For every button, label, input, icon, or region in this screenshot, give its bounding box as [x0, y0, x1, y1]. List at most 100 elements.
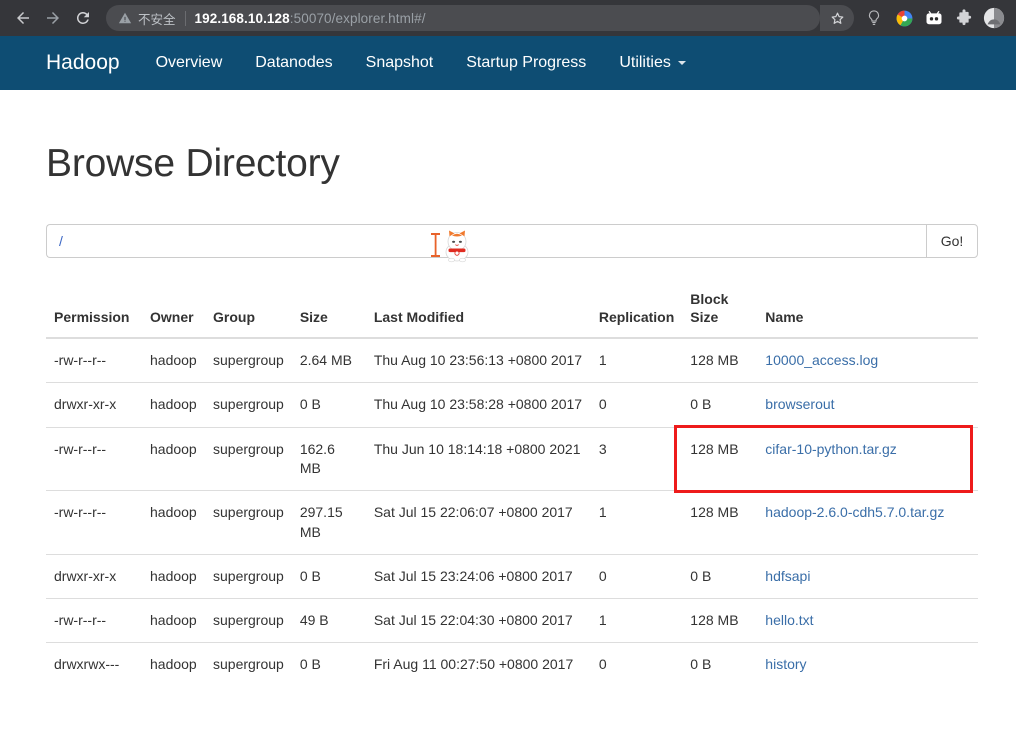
- column-header-permission[interactable]: Permission: [46, 290, 142, 339]
- file-link[interactable]: cifar-10-python.tar.gz: [765, 441, 897, 457]
- bookmark-star-icon[interactable]: [820, 5, 854, 31]
- column-header-name[interactable]: Name: [757, 290, 978, 339]
- file-link[interactable]: hello.txt: [765, 612, 813, 628]
- cell-replication: 0: [590, 553, 683, 599]
- table-body: -rw-r--r-- hadoop supergroup 2.64 MB Thu Aug…: [46, 338, 978, 687]
- cell-size: 162.6 MB: [291, 426, 366, 491]
- cell-last-modified: Sat Jul 15 22:06:07 +0800 2017: [365, 490, 591, 555]
- not-secure-warning-icon: [118, 12, 132, 24]
- browser-toolbar: 不安全 192.168.10.128:50070/explorer.html#/: [0, 0, 1016, 36]
- cell-owner: hadoop: [142, 382, 205, 428]
- cell-replication: 0: [590, 382, 683, 428]
- column-header-block-size[interactable]: Block Size: [682, 290, 758, 339]
- file-link[interactable]: 10000_access.log: [765, 352, 878, 368]
- url-text[interactable]: 192.168.10.128:50070/explorer.html#/: [195, 11, 426, 26]
- file-link[interactable]: hadoop-2.6.0-cdh5.7.0.tar.gz: [765, 504, 944, 520]
- profile-avatar-icon[interactable]: [980, 3, 1008, 33]
- cell-last-modified: Fri Aug 11 00:27:50 +0800 2017: [365, 642, 591, 687]
- cell-owner: hadoop: [150, 351, 197, 368]
- cell-block-size: 0 B: [682, 553, 758, 599]
- lightbulb-icon[interactable]: [860, 3, 888, 33]
- cell-group: supergroup: [205, 490, 292, 555]
- nav-link-utilities[interactable]: Utilities: [619, 54, 686, 72]
- directory-path-input[interactable]: [46, 224, 926, 258]
- google-circle-icon[interactable]: [890, 3, 918, 33]
- cell-size: 0 B: [291, 642, 366, 687]
- extensions-puzzle-icon[interactable]: [950, 3, 978, 33]
- page-title: Browse Directory: [46, 142, 340, 185]
- file-listing-table: Permission Owner Group Size Last Modifie…: [46, 290, 978, 687]
- nav-link-snapshot[interactable]: Snapshot: [366, 54, 434, 72]
- path-form: Go!: [46, 224, 978, 263]
- cell-group: supergroup: [213, 351, 284, 368]
- bilibili-icon[interactable]: [920, 3, 948, 33]
- file-link[interactable]: hdfsapi: [765, 568, 810, 584]
- cell-permission: drwxr-xr-x: [46, 553, 142, 599]
- nav-label-snapshot: Snapshot: [365, 54, 434, 71]
- brand-hadoop[interactable]: Hadoop: [46, 51, 120, 75]
- nav-link-startup-progress[interactable]: Startup Progress: [466, 54, 586, 72]
- nav-label-overview: Overview: [155, 54, 223, 71]
- cell-permission: -rw-r--r--: [46, 598, 142, 643]
- table-row: -rw-r--r-- hadoop supergroup 162.6 MB Thu Ju…: [46, 426, 978, 491]
- cell-last-modified: Sat Jul 15 22:04:30 +0800 2017: [365, 598, 591, 643]
- cell-group: supergroup: [205, 382, 292, 428]
- cell-group: supergroup: [205, 598, 292, 643]
- table-row: drwxrwx--- hadoop supergroup 0 B Fri Aug 11 …: [46, 642, 978, 687]
- cell-block-size: 128 MB: [682, 490, 758, 555]
- cell-group: supergroup: [205, 642, 292, 687]
- cell-size: 0 B: [291, 382, 366, 428]
- cell-replication: 1: [590, 490, 683, 555]
- cell-owner: hadoop: [142, 426, 205, 491]
- column-header-replication[interactable]: Replication: [590, 290, 683, 339]
- url-host: 192.168.10.128: [194, 10, 290, 26]
- nav-label-startup-progress: Startup Progress: [466, 54, 587, 71]
- go-button[interactable]: Go!: [926, 224, 978, 258]
- forward-arrow-icon[interactable]: [38, 3, 68, 33]
- page-wrapper: 不安全 192.168.10.128:50070/explorer.html#/: [0, 0, 1016, 687]
- nav-label-datanodes: Datanodes: [255, 54, 333, 71]
- cell-replication: 1: [590, 598, 683, 643]
- nav-link-datanodes[interactable]: Datanodes: [255, 54, 332, 72]
- nav-link-overview[interactable]: Overview: [156, 54, 223, 72]
- cell-block-size: 0 B: [682, 642, 758, 687]
- back-arrow-icon[interactable]: [8, 3, 38, 33]
- cell-size: 0 B: [291, 553, 366, 599]
- table-head: Permission Owner Group Size Last Modifie…: [46, 290, 978, 339]
- file-link[interactable]: history: [765, 656, 806, 672]
- cell-permission: -rw-r--r--: [54, 351, 107, 368]
- cell-block-size: 128 MB: [690, 351, 739, 368]
- cell-last-modified: Thu Aug 10 23:56:13 +0800 2017: [373, 351, 583, 368]
- table-row: drwxr-xr-x hadoop supergroup 0 B Sat Jul 15 …: [46, 553, 978, 599]
- cell-block-size: 128 MB: [682, 598, 758, 643]
- chevron-down-icon: [677, 61, 686, 65]
- cell-last-modified: Thu Aug 10 23:58:28 +0800 2017: [365, 382, 591, 428]
- address-bar[interactable]: 不安全 192.168.10.128:50070/explorer.html#/: [106, 5, 820, 31]
- reload-icon[interactable]: [68, 3, 98, 33]
- cell-last-modified: Thu Jun 10 18:14:18 +0800 2021: [365, 426, 591, 491]
- page-content: Browse Directory Go!: [0, 142, 1016, 687]
- column-header-size[interactable]: Size: [291, 290, 366, 339]
- cell-name: browserout: [757, 382, 978, 428]
- url-path: :50070/explorer.html#/: [289, 10, 426, 26]
- cell-owner: hadoop: [142, 642, 205, 687]
- nav-label-utilities: Utilities: [619, 54, 671, 71]
- cell-replication: 1: [598, 351, 607, 368]
- block-size-line-2: Size: [690, 309, 719, 326]
- table-row: -rw-r--r-- hadoop supergroup 49 B Sat Jul 15…: [46, 598, 978, 643]
- cell-last-modified: Sat Jul 15 23:24:06 +0800 2017: [365, 553, 591, 599]
- cell-block-size: 128 MB: [682, 426, 758, 491]
- column-header-last-modified[interactable]: Last Modified: [365, 290, 591, 339]
- cell-size: 49 B: [291, 598, 366, 643]
- hadoop-navbar: Hadoop Overview Datanodes Snapshot Start…: [0, 36, 1016, 90]
- cell-name: hello.txt: [757, 598, 978, 643]
- column-header-group[interactable]: Group: [205, 290, 292, 339]
- cell-permission: -rw-r--r--: [46, 426, 142, 491]
- file-link[interactable]: browserout: [765, 396, 834, 412]
- column-header-owner[interactable]: Owner: [142, 290, 205, 339]
- security-status-label: 不安全: [138, 12, 176, 27]
- table-row: drwxr-xr-x hadoop supergroup 0 B Thu Aug 10 …: [46, 382, 978, 428]
- cell-size: 2.64 MB: [299, 351, 352, 368]
- omnibox-divider: [184, 10, 186, 26]
- cell-name: history: [757, 642, 978, 687]
